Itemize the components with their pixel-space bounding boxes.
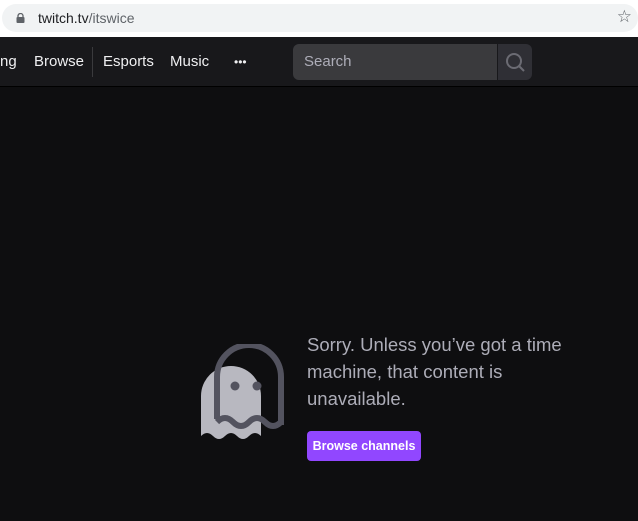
unavailable-message: Sorry. Unless you’ve got a time machine,…: [307, 334, 562, 409]
nav-divider: [92, 47, 93, 77]
search-input[interactable]: [293, 44, 497, 79]
nav-following[interactable]: ng: [0, 53, 17, 70]
nav-browse[interactable]: Browse: [34, 53, 84, 70]
address-bar[interactable]: twitch.tv/itswice ☆: [2, 4, 638, 32]
nav-music[interactable]: Music: [170, 53, 209, 70]
browse-channels-button[interactable]: Browse channels: [307, 431, 421, 461]
ghost-icon: [201, 344, 284, 439]
browser-chrome: twitch.tv/itswice ☆: [0, 0, 638, 37]
top-nav: ng Browse Esports Music •••: [0, 37, 638, 87]
url-path: /itswice: [88, 10, 135, 26]
search-box: [293, 44, 497, 80]
more-icon[interactable]: •••: [234, 55, 247, 69]
lock-icon[interactable]: [16, 13, 25, 23]
url-domain: twitch.tv: [38, 10, 89, 26]
nav-esports[interactable]: Esports: [103, 53, 154, 70]
url-text[interactable]: twitch.tv/itswice: [38, 10, 134, 26]
star-icon[interactable]: ☆: [617, 7, 632, 27]
search-icon: [506, 53, 525, 72]
search-button[interactable]: [498, 44, 532, 80]
